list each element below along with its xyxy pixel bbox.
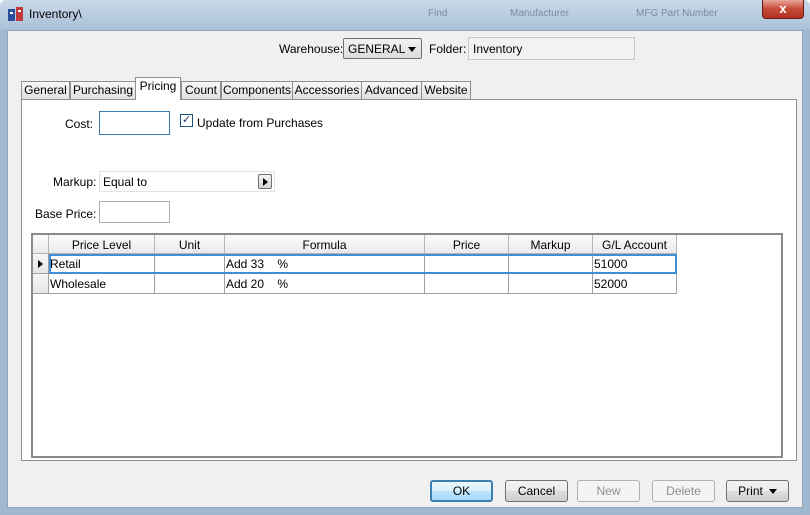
cell-price-level[interactable]: Retail — [49, 254, 155, 274]
column-header-price[interactable]: Price — [425, 235, 509, 254]
cell-formula[interactable]: Add 33 % — [225, 254, 425, 274]
column-header-price-level[interactable]: Price Level — [49, 235, 155, 254]
tab-purchasing[interactable]: Purchasing — [70, 81, 136, 99]
title-bar[interactable]: Find Manufacturer MFG Part Number Invent… — [0, 0, 810, 30]
checkmark-icon: ✓ — [181, 114, 192, 126]
warehouse-dropdown[interactable]: GENERAL — [343, 38, 422, 59]
markup-menu-button[interactable] — [258, 174, 272, 189]
cell-price-level[interactable]: Wholesale — [49, 274, 155, 294]
window-title: Inventory\ — [29, 7, 82, 21]
price-level-grid[interactable]: Price Level Unit Formula Price Markup G/… — [31, 233, 783, 458]
cell-price[interactable] — [425, 254, 509, 274]
update-from-purchases-label: Update from Purchases — [197, 116, 324, 130]
inventory-window: Find Manufacturer MFG Part Number Invent… — [0, 0, 810, 515]
new-button[interactable]: New — [577, 480, 640, 502]
cell-formula[interactable]: Add 20 % — [225, 274, 425, 294]
markup-selector[interactable]: Equal to — [99, 171, 275, 192]
markup-label: Markup: — [53, 175, 97, 189]
folder-field[interactable]: Inventory — [468, 37, 635, 60]
column-header-unit[interactable]: Unit — [155, 235, 225, 254]
row-selector[interactable] — [33, 254, 49, 274]
pricing-panel: Cost: ✓ Update from Purchases Markup: Eq… — [21, 99, 797, 461]
close-button[interactable]: x — [762, 0, 804, 19]
cell-price[interactable] — [425, 274, 509, 294]
ok-button[interactable]: OK — [430, 480, 493, 502]
base-price-label: Base Price: — [35, 207, 97, 221]
grid-corner-header — [33, 235, 49, 254]
tab-pricing[interactable]: Pricing — [135, 77, 181, 100]
cell-unit[interactable] — [155, 274, 225, 294]
cell-markup[interactable] — [509, 274, 593, 294]
formula-unit: % — [277, 277, 289, 291]
background-hint-manufacturer: Manufacturer — [510, 8, 569, 19]
warehouse-label: Warehouse: — [279, 42, 344, 56]
tab-website[interactable]: Website — [421, 81, 471, 99]
close-icon: x — [779, 1, 787, 16]
tab-general[interactable]: General — [21, 81, 70, 99]
row-selector[interactable] — [33, 274, 49, 294]
cancel-button[interactable]: Cancel — [505, 480, 568, 502]
print-label: Print — [738, 484, 763, 498]
cell-gl-account[interactable]: 52000 — [593, 274, 677, 294]
formula-text: Add 20 — [226, 277, 265, 291]
formula-text: Add 33 — [226, 257, 265, 271]
update-from-purchases-checkbox[interactable]: ✓ — [180, 114, 193, 127]
column-header-markup[interactable]: Markup — [509, 235, 593, 254]
markup-value: Equal to — [103, 175, 148, 189]
tab-accessories[interactable]: Accessories — [292, 81, 362, 99]
column-header-formula[interactable]: Formula — [225, 235, 425, 254]
base-price-input[interactable] — [99, 201, 170, 223]
cost-input[interactable] — [99, 111, 170, 135]
chevron-down-icon — [408, 47, 416, 52]
warehouse-value: GENERAL — [348, 42, 406, 56]
folder-label: Folder: — [429, 42, 467, 56]
current-row-pointer-icon — [38, 260, 43, 268]
cell-gl-account[interactable]: 51000 — [593, 254, 677, 274]
dialog-client-area: Warehouse: GENERAL Folder: Inventory Gen… — [7, 30, 803, 508]
tab-components[interactable]: Components — [221, 81, 293, 99]
formula-unit: % — [277, 257, 289, 271]
inventory-app-icon — [8, 7, 23, 21]
cell-unit[interactable] — [155, 254, 225, 274]
folder-value: Inventory — [473, 42, 523, 56]
background-hint-mfg-part-number: MFG Part Number — [636, 8, 718, 19]
tab-count[interactable]: Count — [181, 81, 221, 99]
tab-advanced[interactable]: Advanced — [361, 81, 422, 99]
print-button[interactable]: Print — [726, 480, 789, 502]
cell-markup[interactable] — [509, 254, 593, 274]
background-hint-find: Find — [428, 8, 448, 19]
cost-label: Cost: — [65, 117, 94, 131]
column-header-gl-account[interactable]: G/L Account — [593, 235, 677, 254]
delete-button[interactable]: Delete — [652, 480, 715, 502]
chevron-down-icon — [768, 489, 777, 495]
